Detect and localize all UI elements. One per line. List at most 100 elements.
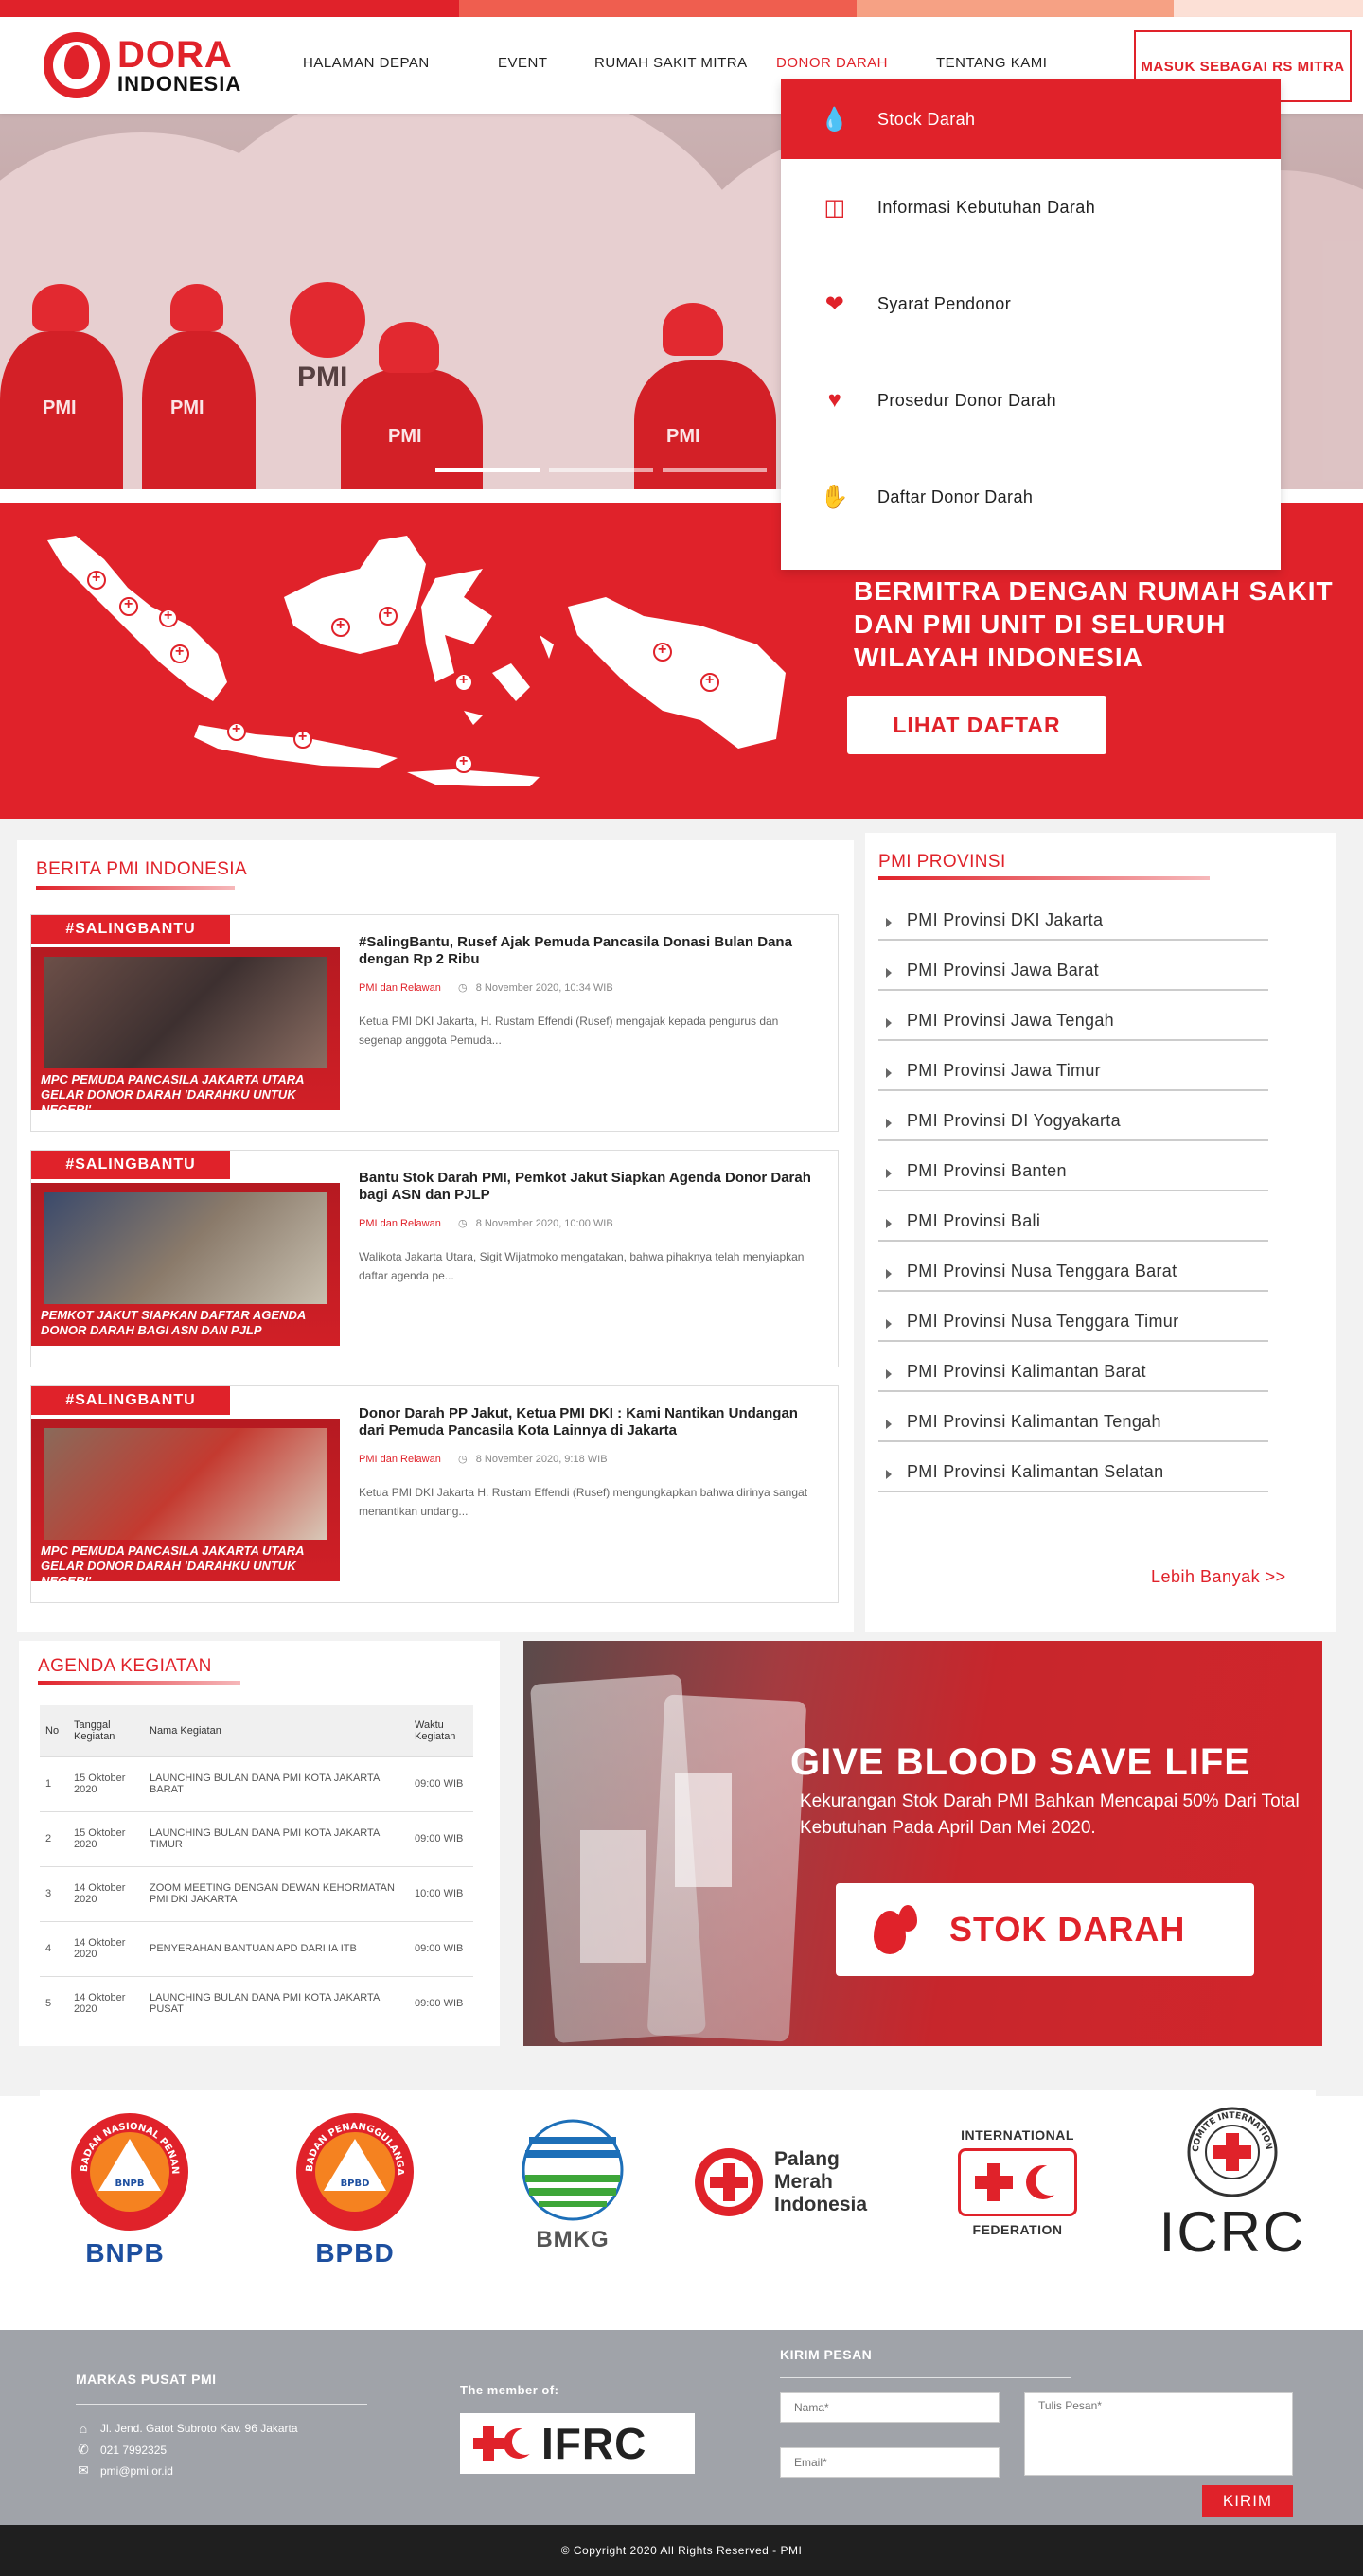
blood-drop-logo-icon [44, 32, 110, 98]
news-card[interactable]: #SALINGBANTU MPC PEMUDA PANCASILA JAKART… [30, 914, 839, 1132]
news-category[interactable]: PMI dan Relawan [359, 1454, 441, 1465]
news-card[interactable]: #SALINGBANTU MPC PEMUDA PANCASILA JAKART… [30, 1385, 839, 1603]
news-title[interactable]: Bantu Stok Darah PMI, Pemkot Jakut Siapk… [359, 1170, 823, 1204]
email-input[interactable] [780, 2447, 1000, 2478]
blood-drops-icon [864, 1901, 940, 1958]
table-row: 3 14 Oktober 2020 ZOOM MEETING DENGAN DEWA… [40, 1865, 473, 1921]
message-textarea[interactable] [1024, 2392, 1293, 2476]
heart-plus-icon: ♥ [827, 387, 842, 413]
bpbd-emblem-icon: BADAN PENANGGULANGAN BENCANA DAERAH BPBD [290, 2103, 414, 2231]
provinsi-link-banten[interactable]: PMI Provinsi Banten [878, 1148, 1268, 1191]
dropdown-item-label: Informasi Kebutuhan Darah [877, 197, 1096, 217]
kirim-button[interactable]: KIRIM [1202, 2485, 1293, 2517]
lihat-daftar-button[interactable]: LIHAT DAFTAR [847, 696, 1106, 754]
blood-drop-icon: 💧 [820, 106, 850, 132]
table-row: 2 15 Oktober 2020 LAUNCHING BULAN DANA PMI… [40, 1810, 473, 1866]
provinsi-section-title: PMI PROVINSI [878, 852, 1006, 872]
bmkg-logo[interactable]: BMKG [502, 2118, 644, 2253]
provinsi-link-kalimantan-selatan[interactable]: PMI Provinsi Kalimantan Selatan [878, 1449, 1268, 1492]
pmi-emblem-icon [695, 2148, 763, 2216]
news-meta: PMI dan Relawan | ◷ 8 November 2020, 9:1… [359, 1454, 608, 1465]
lebih-banyak-link[interactable]: Lebih Banyak >> [1151, 1567, 1286, 1587]
icrc-logo[interactable]: COMITE INTERNATIONAL GENEVE ICRC [1157, 2098, 1308, 2261]
raised-hand-icon: ✋ [820, 484, 850, 510]
dropdown-item-syarat-pendonor[interactable]: ❤ Syarat Pendonor [781, 256, 1281, 352]
copyright-text: © Copyright 2020 All Rights Reserved - P… [560, 2544, 803, 2557]
table-row: 5 14 Oktober 2020 LAUNCHING BULAN DANA PMI… [40, 1975, 473, 2031]
ifrc-emblem-icon [473, 2426, 534, 2461]
provinsi-link-ntb[interactable]: PMI Provinsi Nusa Tenggara Barat [878, 1248, 1268, 1292]
donor-darah-dropdown: 💧 Stock Darah ◫ Informasi Kebutuhan Dara… [781, 79, 1281, 570]
provinsi-link-kalimantan-barat[interactable]: PMI Provinsi Kalimantan Barat [878, 1349, 1268, 1392]
news-thumbnail[interactable]: #SALINGBANTU MPC PEMUDA PANCASILA JAKART… [31, 1386, 340, 1602]
stok-darah-button[interactable]: STOK DARAH [836, 1883, 1254, 1976]
international-federation-logo[interactable]: INTERNATIONAL FEDERATION [937, 2127, 1098, 2237]
nav-halaman-depan[interactable]: HALAMAN DEPAN [303, 55, 430, 71]
blood-bag-icon: ◫ [823, 194, 846, 221]
name-input[interactable] [780, 2392, 1000, 2423]
top-color-strip [0, 0, 1363, 17]
bnpb-logo[interactable]: BADAN NASIONAL PENANGGULANGAN BENCANA BN… [64, 2103, 188, 2268]
nav-event[interactable]: EVENT [498, 55, 548, 71]
agenda-table: No Tanggal Kegiatan Nama Kegiatan Waktu … [40, 1705, 473, 2031]
dropdown-item-daftar-donor-darah[interactable]: ✋ Daftar Donor Darah [781, 449, 1281, 545]
news-date: 8 November 2020, 10:00 WIB [475, 1218, 613, 1229]
slider-indicators[interactable] [435, 468, 767, 472]
partners-strip: BADAN NASIONAL PENANGGULANGAN BENCANA BN… [40, 2090, 1316, 2286]
news-excerpt: Ketua PMI DKI Jakarta H. Rustam Effendi … [359, 1486, 808, 1518]
logo-subtitle: INDONESIA [117, 72, 242, 96]
footer-phone: ✆ 021 7992325 [76, 2442, 167, 2458]
nav-donor-darah[interactable]: DONOR DARAH [776, 55, 888, 71]
dropdown-item-prosedur-donor-darah[interactable]: ♥ Prosedur Donor Darah [781, 352, 1281, 449]
give-blood-banner: GIVE BLOOD SAVE LIFE Kekurangan Stok Dar… [523, 1641, 1322, 2046]
footer-contact-title: KIRIM PESAN [780, 2347, 873, 2362]
news-date: 8 November 2020, 9:18 WIB [475, 1454, 608, 1465]
stok-darah-label: STOK DARAH [949, 1910, 1186, 1949]
dropdown-item-informasi-kebutuhan-darah[interactable]: ◫ Informasi Kebutuhan Darah [781, 159, 1281, 256]
news-meta: PMI dan Relawan | ◷ 8 November 2020, 10:… [359, 982, 613, 994]
news-thumbnail[interactable]: #SALINGBANTU PEMKOT JAKUT SIAPKAN DAFTAR… [31, 1151, 340, 1367]
footer-email[interactable]: ✉ pmi@pmi.or.id [76, 2462, 173, 2479]
dropdown-item-label: Daftar Donor Darah [877, 486, 1034, 506]
bpbd-logo[interactable]: BADAN PENANGGULANGAN BENCANA DAERAH BPBD… [290, 2103, 416, 2268]
agenda-section-title: AGENDA KEGIATAN [38, 1656, 212, 1676]
provinsi-link-bali[interactable]: PMI Provinsi Bali [878, 1198, 1268, 1242]
news-excerpt: Ketua PMI DKI Jakarta, H. Rustam Effendi… [359, 1015, 779, 1047]
dropdown-item-label: Stock Darah [877, 109, 976, 129]
mail-icon: ✉ [78, 2462, 89, 2478]
nav-rumah-sakit-mitra[interactable]: RUMAH SAKIT MITRA [594, 55, 748, 71]
provinsi-link-dki-jakarta[interactable]: PMI Provinsi DKI Jakarta [878, 897, 1268, 941]
copyright-bar: © Copyright 2020 All Rights Reserved - P… [0, 2525, 1363, 2576]
provinsi-link-jawa-barat[interactable]: PMI Provinsi Jawa Barat [878, 947, 1268, 991]
phone-icon: ✆ [78, 2442, 89, 2457]
provinsi-link-di-yogyakarta[interactable]: PMI Provinsi DI Yogyakarta [878, 1098, 1268, 1141]
red-cross-crescent-icon [958, 2148, 1077, 2216]
ifrc-logo[interactable]: IFRC [460, 2413, 695, 2474]
news-title[interactable]: Donor Darah PP Jakut, Ketua PMI DKI : Ka… [359, 1405, 823, 1439]
give-blood-subtitle: Kekurangan Stok Darah PMI Bahkan Mencapa… [800, 1791, 1300, 1838]
table-row: 1 15 Oktober 2020 LAUNCHING BULAN DANA PMI… [40, 1756, 473, 1811]
provinsi-link-ntt[interactable]: PMI Provinsi Nusa Tenggara Timur [878, 1298, 1268, 1342]
indonesia-map [47, 536, 786, 786]
nav-tentang-kami[interactable]: TENTANG KAMI [936, 55, 1047, 71]
provinsi-link-jawa-timur[interactable]: PMI Provinsi Jawa Timur [878, 1048, 1268, 1091]
pmi-logo[interactable]: Palang Merah Indonesia [693, 2146, 882, 2218]
provinsi-link-kalimantan-tengah[interactable]: PMI Provinsi Kalimantan Tengah [878, 1399, 1268, 1442]
provinsi-link-jawa-tengah[interactable]: PMI Provinsi Jawa Tengah [878, 997, 1268, 1041]
dropdown-item-label: Prosedur Donor Darah [877, 390, 1057, 410]
footer-address: ⌂ Jl. Jend. Gatot Subroto Kav. 96 Jakart… [76, 2421, 298, 2436]
news-title[interactable]: #SalingBantu, Rusef Ajak Pemuda Pancasil… [359, 934, 823, 968]
news-date: 8 November 2020, 10:34 WIB [475, 982, 613, 994]
dora-logo[interactable]: DORA INDONESIA [44, 32, 241, 98]
news-category[interactable]: PMI dan Relawan [359, 982, 441, 994]
give-blood-title: GIVE BLOOD SAVE LIFE [790, 1741, 1250, 1783]
footer-hq-title: MARKAS PUSAT PMI [76, 2372, 217, 2387]
news-card[interactable]: #SALINGBANTU PEMKOT JAKUT SIAPKAN DAFTAR… [30, 1150, 839, 1367]
news-thumbnail[interactable]: #SALINGBANTU MPC PEMUDA PANCASILA JAKART… [31, 915, 340, 1131]
news-category[interactable]: PMI dan Relawan [359, 1218, 441, 1229]
svg-text:BNPB: BNPB [115, 2179, 145, 2189]
icrc-emblem-icon: COMITE INTERNATIONAL GENEVE [1181, 2098, 1278, 2197]
table-row: 4 14 Oktober 2020 PENYERAHAN BANTUAN APD D… [40, 1920, 473, 1976]
dropdown-item-stock-darah[interactable]: 💧 Stock Darah [781, 79, 1281, 159]
news-section-title: BERITA PMI INDONESIA [36, 859, 248, 879]
